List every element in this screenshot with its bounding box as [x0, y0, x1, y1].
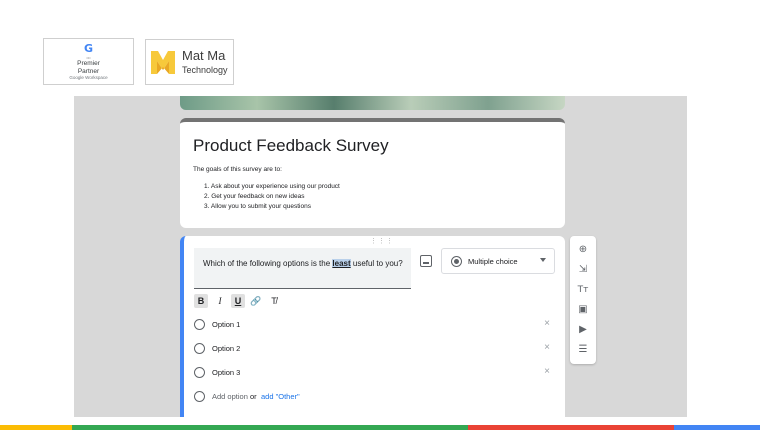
goal-item: 3. Allow you to submit your questions [204, 203, 311, 210]
color-segment-blue [674, 425, 760, 430]
bold-button[interactable]: B [194, 294, 208, 308]
form-editor-screenshot: Product Feedback Survey The goals of thi… [74, 96, 687, 417]
link-icon[interactable]: 🔗 [249, 294, 263, 308]
option-radio-icon [194, 343, 205, 354]
chevron-down-icon [540, 258, 546, 262]
add-image-icon[interactable]: ▣ [576, 303, 590, 317]
matma-name: Mat Ma [182, 48, 226, 63]
option-label[interactable]: Option 1 [212, 320, 240, 329]
matma-logo-icon [151, 51, 175, 74]
header-banner-image [180, 96, 565, 110]
goal-list: 1. Ask about your experience using our p… [204, 182, 340, 212]
multiple-choice-icon [451, 256, 462, 267]
question-text-before: Which of the following options is the [203, 259, 333, 268]
remove-option-icon[interactable]: × [544, 366, 550, 378]
option-row[interactable]: Option 1 × [194, 318, 554, 332]
option-label[interactable]: Option 2 [212, 344, 240, 353]
question-input[interactable]: Which of the following options is the le… [194, 248, 411, 289]
form-description[interactable]: The goals of this survey are to: [193, 166, 282, 173]
option-radio-icon [194, 391, 205, 402]
add-section-icon[interactable]: ☰ [576, 343, 590, 357]
matma-badge: Mat Ma Technology [145, 39, 234, 85]
floating-toolbar: ⊕ ⇲ Tт ▣ ▶ ☰ [570, 236, 596, 364]
goal-item: 1. Ask about your experience using our p… [204, 183, 340, 190]
add-option-row: Add option or add "Other" [194, 390, 554, 404]
add-option-or: or [250, 392, 257, 401]
badge-line-workspace: Google Workspace [69, 75, 108, 80]
google-logo-icon: G [83, 42, 94, 55]
add-title-icon[interactable]: Tт [576, 283, 590, 297]
question-type-dropdown[interactable]: Multiple choice [441, 248, 555, 274]
form-title-card[interactable]: Product Feedback Survey The goals of thi… [180, 118, 565, 228]
question-card[interactable]: ⋮⋮⋮ Which of the following options is th… [180, 236, 565, 417]
option-label[interactable]: Option 3 [212, 368, 240, 377]
color-segment-yellow [0, 425, 72, 430]
drag-handle-icon[interactable]: ⋮⋮⋮ [370, 237, 394, 245]
add-other-link[interactable]: add "Other" [261, 392, 300, 401]
import-questions-icon[interactable]: ⇲ [576, 263, 590, 277]
option-radio-icon [194, 319, 205, 330]
question-text[interactable]: Which of the following options is the le… [203, 258, 403, 270]
remove-option-icon[interactable]: × [544, 318, 550, 330]
question-text-selection: least [332, 259, 351, 268]
color-segment-red [468, 425, 674, 430]
color-segment-green [72, 425, 468, 430]
add-image-icon[interactable] [420, 255, 432, 267]
add-option-button[interactable]: Add option [212, 392, 248, 401]
clear-formatting-icon[interactable]: T̸ [267, 294, 281, 308]
question-type-label: Multiple choice [468, 257, 518, 266]
form-title[interactable]: Product Feedback Survey [193, 136, 389, 156]
question-text-after: useful to you? [350, 259, 403, 268]
option-radio-icon [194, 367, 205, 378]
goal-item: 2. Get your feedback on new ideas [204, 193, 305, 200]
remove-option-icon[interactable]: × [544, 342, 550, 354]
add-question-icon[interactable]: ⊕ [576, 243, 590, 257]
google-partner-badge: G ••• Premier Partner Google Workspace [43, 38, 134, 85]
badge-line-partner: Partner [77, 67, 100, 75]
option-row[interactable]: Option 3 × [194, 366, 554, 380]
brand-color-bar [0, 425, 760, 430]
italic-button[interactable]: I [213, 294, 227, 308]
page: G ••• Premier Partner Google Workspace M… [0, 0, 760, 430]
matma-subtitle: Technology [182, 65, 228, 75]
badge-line-premier: Premier [77, 60, 100, 67]
underline-button[interactable]: U [231, 294, 245, 308]
option-row[interactable]: Option 2 × [194, 342, 554, 356]
add-video-icon[interactable]: ▶ [576, 323, 590, 337]
